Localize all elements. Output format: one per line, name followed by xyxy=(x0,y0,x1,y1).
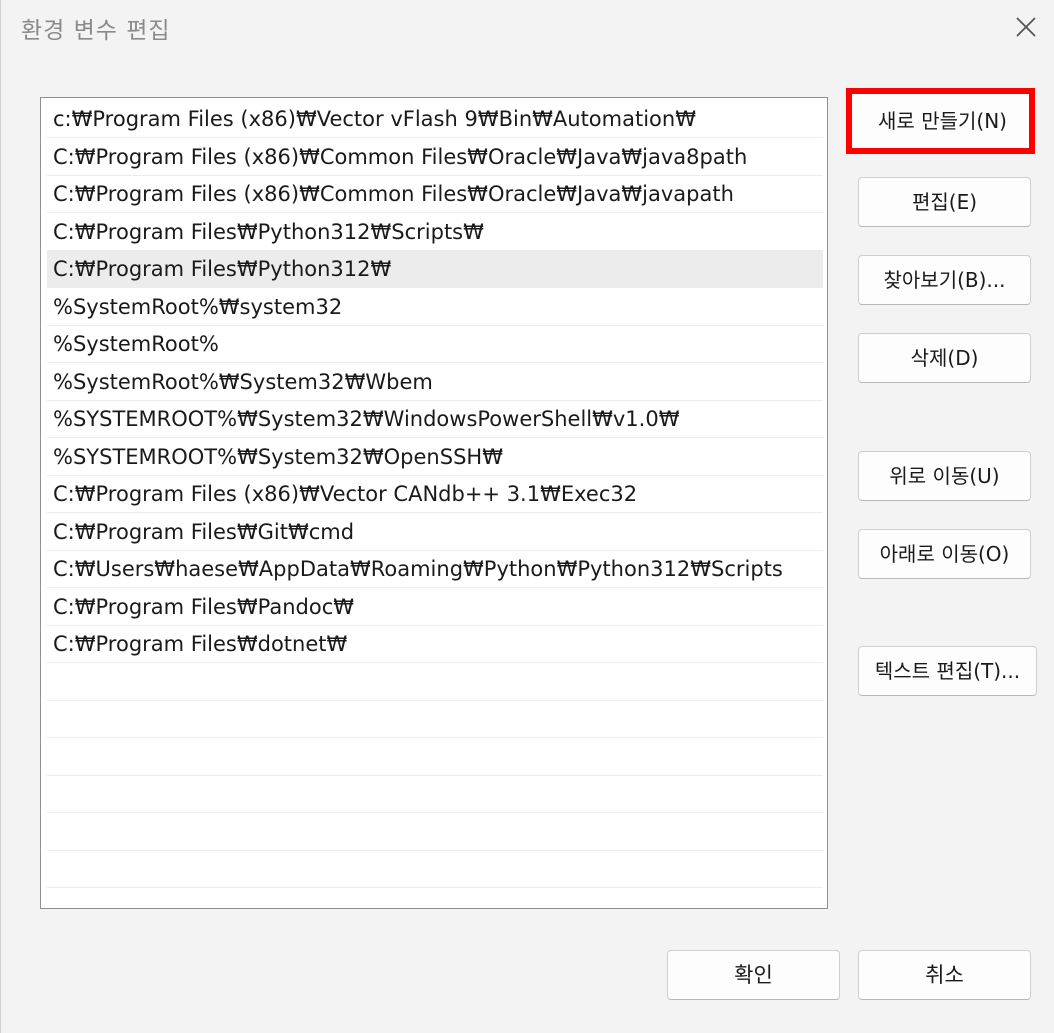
path-list-empty-row[interactable] xyxy=(47,776,823,813)
path-list-item[interactable]: %SYSTEMROOT%₩System32₩WindowsPowerShell₩… xyxy=(47,401,823,438)
ok-button[interactable]: 확인 xyxy=(667,950,840,1000)
path-list-item[interactable]: %SYSTEMROOT%₩System32₩OpenSSH₩ xyxy=(47,439,823,476)
path-list-empty-row[interactable] xyxy=(47,701,823,738)
path-list-item[interactable]: C:₩Program Files₩Git₩cmd xyxy=(47,514,823,551)
title-bar: 환경 변수 편집 xyxy=(1,0,1054,56)
path-list-item[interactable]: %SystemRoot%₩System32₩Wbem xyxy=(47,364,823,401)
path-list-item[interactable]: %SystemRoot% xyxy=(47,326,823,363)
path-list-empty-row[interactable] xyxy=(47,664,823,701)
path-list-item[interactable]: C:₩Program Files₩dotnet₩ xyxy=(47,626,823,663)
move-up-button[interactable]: 위로 이동(U) xyxy=(858,451,1031,501)
delete-button[interactable]: 삭제(D) xyxy=(858,333,1031,383)
path-list-item[interactable]: c:₩Program Files (x86)₩Vector vFlash 9₩B… xyxy=(47,101,823,138)
edit-environment-variable-dialog: 환경 변수 편집 c:₩Program Files (x86)₩Vector v… xyxy=(0,0,1054,1033)
path-list-item[interactable]: C:₩Program Files (x86)₩Vector CANdb++ 3.… xyxy=(47,476,823,513)
path-list[interactable]: c:₩Program Files (x86)₩Vector vFlash 9₩B… xyxy=(40,97,828,909)
path-list-empty-row[interactable] xyxy=(47,851,823,888)
edit-text-button[interactable]: 텍스트 편집(T)... xyxy=(858,646,1037,696)
path-list-item[interactable]: C:₩Program Files (x86)₩Common Files₩Orac… xyxy=(47,176,823,213)
path-list-empty-row[interactable] xyxy=(47,814,823,851)
path-list-empty-row[interactable] xyxy=(47,739,823,776)
path-list-item[interactable]: C:₩Program Files (x86)₩Common Files₩Orac… xyxy=(47,139,823,176)
cancel-button[interactable]: 취소 xyxy=(858,950,1031,1000)
close-icon xyxy=(1016,17,1036,37)
path-list-item[interactable]: C:₩Program Files₩Python312₩ xyxy=(47,251,823,288)
path-list-item[interactable]: C:₩Users₩haese₩AppData₩Roaming₩Python₩Py… xyxy=(47,551,823,588)
browse-button[interactable]: 찾아보기(B)... xyxy=(858,255,1031,305)
dialog-title: 환경 변수 편집 xyxy=(21,18,171,44)
path-list-item[interactable]: C:₩Program Files₩Python312₩Scripts₩ xyxy=(47,214,823,251)
move-down-button[interactable]: 아래로 이동(O) xyxy=(858,529,1031,579)
path-list-item[interactable]: C:₩Program Files₩Pandoc₩ xyxy=(47,589,823,626)
edit-button[interactable]: 편집(E) xyxy=(858,177,1031,227)
path-list-item[interactable]: %SystemRoot%₩system32 xyxy=(47,289,823,326)
new-button[interactable]: 새로 만들기(N) xyxy=(846,88,1035,154)
close-button[interactable] xyxy=(1003,4,1051,50)
